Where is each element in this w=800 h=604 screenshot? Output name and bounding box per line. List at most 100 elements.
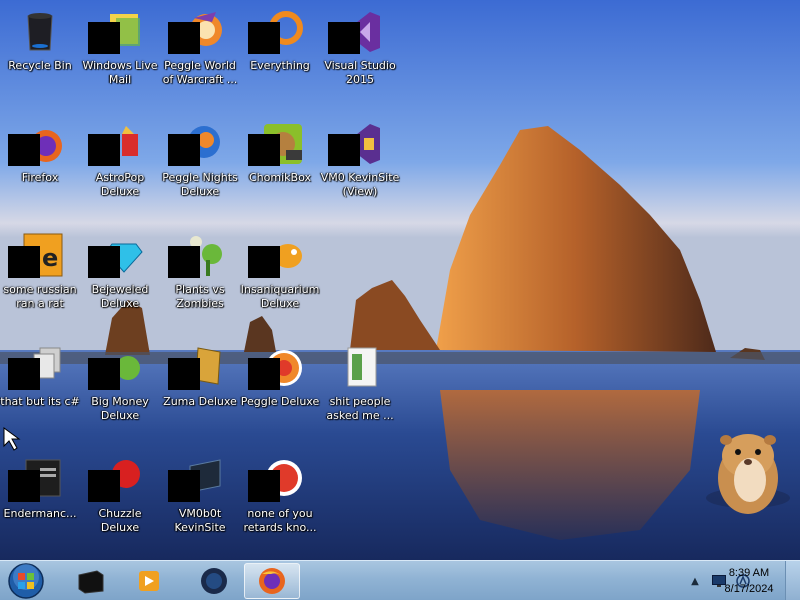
- desktop-icon-astropop-deluxe[interactable]: AstroPop Deluxe: [80, 112, 160, 222]
- application-icon: [8, 456, 64, 504]
- desktop-icon-grid: Recycle Bin Windows Live Mail Peggle Wor…: [0, 0, 800, 560]
- redaction-block: [88, 358, 120, 390]
- icon-label: AstroPop Deluxe: [95, 171, 145, 198]
- desktop-icon-chuzzle-deluxe[interactable]: Chuzzle Deluxe: [80, 448, 160, 558]
- icon-label: Endermanc...: [3, 507, 77, 520]
- files-icon: [8, 344, 64, 392]
- globe-app-icon: [201, 568, 227, 594]
- redaction-block: [248, 470, 280, 502]
- icon-label: shit people asked me ...: [326, 395, 394, 422]
- desktop-icon-peggle-nights-deluxe[interactable]: Peggle Nights Deluxe: [160, 112, 240, 222]
- big-money-icon: [88, 344, 144, 392]
- fish-icon: [248, 232, 304, 280]
- desktop-icon-vm0-kevinsite-view[interactable]: VM0 KevinSite (View): [320, 112, 400, 222]
- icon-label: Peggle World of Warcraft ...: [162, 59, 238, 86]
- icon-label: Recycle Bin: [8, 59, 72, 72]
- redaction-block: [248, 134, 280, 166]
- desktop-icon-plants-vs-zombies[interactable]: Plants vs Zombies: [160, 224, 240, 334]
- bejeweled-gem-icon: [88, 232, 144, 280]
- redaction-block: [168, 470, 200, 502]
- taskbar-item-media-center[interactable]: [62, 563, 118, 599]
- icon-label: that but its c#: [0, 395, 80, 408]
- desktop-icon-windows-live-mail[interactable]: Windows Live Mail: [80, 0, 160, 110]
- recycle-bin-icon: [16, 8, 64, 56]
- firefox-icon: [8, 120, 64, 168]
- peggle-nights-icon: [168, 120, 224, 168]
- vm-shortcut-icon: [328, 120, 384, 168]
- desktop-icon-peggle-deluxe[interactable]: Peggle Deluxe: [240, 336, 320, 446]
- chomikbox-icon: [248, 120, 304, 168]
- icon-label: Peggle Deluxe: [240, 395, 320, 408]
- redaction-block: [168, 134, 200, 166]
- redaction-block: [248, 22, 280, 54]
- redaction-block: [8, 246, 40, 278]
- start-button[interactable]: [6, 562, 46, 600]
- taskbar: ▲ 8:39 AM 8/17/2024: [0, 560, 800, 600]
- icon-label: some russian ran a rat: [3, 283, 77, 310]
- redaction-block: [168, 22, 200, 54]
- plants-vs-zombies-icon: [168, 232, 224, 280]
- desktop-icon-firefox[interactable]: Firefox: [0, 112, 80, 222]
- media-center-icon: [78, 570, 104, 594]
- icon-label: Big Money Deluxe: [91, 395, 149, 422]
- desktop-icon-big-money-deluxe[interactable]: Big Money Deluxe: [80, 336, 160, 446]
- document-icon: e: [8, 232, 64, 280]
- taskbar-clock[interactable]: 8:39 AM 8/17/2024: [716, 565, 782, 597]
- desktop-icon-none-of-you-retards-kno[interactable]: none of you retards kno...: [240, 448, 320, 558]
- icon-label: Peggle Nights Deluxe: [162, 171, 238, 198]
- desktop-icon-vm0b0t-kevinsite[interactable]: VM0b0t KevinSite: [160, 448, 240, 558]
- redaction-block: [168, 246, 200, 278]
- desktop-icon-some-russian-ran-a-rat[interactable]: e some russian ran a rat: [0, 224, 80, 334]
- icon-label: Visual Studio 2015: [324, 59, 396, 86]
- desktop-icon-bejeweled-deluxe[interactable]: Bejeweled Deluxe: [80, 224, 160, 334]
- redaction-block: [8, 358, 40, 390]
- clock-date: 8/17/2024: [724, 583, 774, 595]
- redaction-block: [88, 470, 120, 502]
- redaction-block: [248, 358, 280, 390]
- desktop-icon-everything[interactable]: Everything: [240, 0, 320, 110]
- desktop-icon-visual-studio-2015[interactable]: Visual Studio 2015: [320, 0, 400, 110]
- vm-shortcut-icon: [168, 456, 224, 504]
- chuzzle-icon: [88, 456, 144, 504]
- desktop-icon-endermanc[interactable]: Endermanc...: [0, 448, 80, 558]
- redaction-block: [8, 470, 40, 502]
- peggle-icon: [248, 344, 304, 392]
- svg-text:e: e: [42, 244, 58, 272]
- taskbar-item-globe-app[interactable]: [186, 563, 242, 599]
- mail-icon: [88, 8, 144, 56]
- everything-search-icon: [248, 8, 304, 56]
- icon-label: Firefox: [21, 171, 59, 184]
- icon-label: none of you retards kno...: [243, 507, 317, 534]
- redaction-block: [328, 134, 360, 166]
- desktop-icon-recycle-bin[interactable]: Recycle Bin: [0, 0, 80, 110]
- media-player-icon: [139, 571, 159, 591]
- icon-label: Zuma Deluxe: [163, 395, 237, 408]
- icon-label: Insaniquarium Deluxe: [240, 283, 320, 310]
- peggle-icon: [248, 456, 304, 504]
- desktop-icon-zuma-deluxe[interactable]: Zuma Deluxe: [160, 336, 240, 446]
- visual-studio-icon: [328, 8, 384, 56]
- redaction-block: [88, 134, 120, 166]
- desktop-icon-chomikbox[interactable]: ChomikBox: [240, 112, 320, 222]
- icon-label: Chuzzle Deluxe: [98, 507, 142, 534]
- clock-time: 8:39 AM: [728, 567, 770, 579]
- desktop-icon-peggle-world-of-warcraft[interactable]: Peggle World of Warcraft ...: [160, 0, 240, 110]
- desktop-icon-that-but-its-csharp[interactable]: that but its c#: [0, 336, 80, 446]
- redaction-block: [88, 246, 120, 278]
- taskbar-item-media-player[interactable]: [120, 563, 176, 599]
- icon-label: Windows Live Mail: [82, 59, 158, 86]
- redaction-block: [248, 246, 280, 278]
- desktop-icon-shit-people-asked-me[interactable]: shit people asked me ...: [320, 336, 400, 446]
- taskbar-item-firefox[interactable]: [244, 563, 300, 599]
- redaction-block: [8, 134, 40, 166]
- desktop-icon-insaniquarium-deluxe[interactable]: Insaniquarium Deluxe: [240, 224, 320, 334]
- show-desktop-button[interactable]: [785, 561, 800, 600]
- icon-label: ChomikBox: [249, 171, 311, 184]
- firefox-icon: [259, 568, 285, 594]
- show-hidden-icons-chevron-icon[interactable]: ▲: [688, 574, 702, 588]
- icon-label: Bejeweled Deluxe: [91, 283, 149, 310]
- redaction-block: [328, 22, 360, 54]
- icon-label: Plants vs Zombies: [175, 283, 225, 310]
- icon-label: VM0 KevinSite (View): [320, 171, 400, 198]
- astropop-icon: [88, 120, 144, 168]
